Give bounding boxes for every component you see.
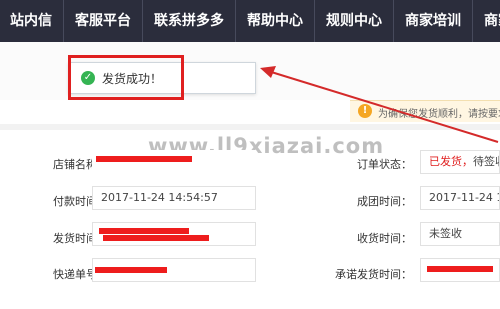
nav-item-help-center[interactable]: 帮助中心 bbox=[236, 0, 315, 42]
pay-time-value: 2017-11-24 14:54:57 bbox=[101, 191, 218, 204]
order-status-label: 订单状态： bbox=[357, 158, 412, 171]
receive-time-value: 未签收 bbox=[429, 227, 462, 240]
notice-bar: ! 为确保您发货顺利，请按要求... bbox=[350, 100, 500, 122]
nav-item-rules-center[interactable]: 规则中心 bbox=[315, 0, 394, 42]
nav-item-messages[interactable]: 站内信 bbox=[0, 0, 64, 42]
promise-time-field bbox=[420, 258, 500, 282]
receive-time-field: 未签收 bbox=[420, 222, 500, 246]
redaction-mark bbox=[99, 228, 189, 234]
receive-time-label: 收货时间： bbox=[357, 232, 412, 245]
tracking-number-field bbox=[92, 258, 256, 282]
pay-time-field: 2017-11-24 14:54:57 bbox=[92, 186, 256, 210]
store-name-field bbox=[92, 150, 256, 174]
nav-item-service-platform[interactable]: 客服平台 bbox=[64, 0, 143, 42]
order-status-value: 已发货， bbox=[429, 155, 473, 168]
group-time-label: 成团时间： bbox=[357, 195, 412, 208]
promise-time-label: 承诺发货时间： bbox=[335, 268, 412, 281]
order-status-field: 已发货，待签收 bbox=[420, 150, 500, 174]
top-navigation: 站内信 客服平台 联系拼多多 帮助中心 规则中心 商家培训 商家 bbox=[0, 0, 500, 42]
redaction-mark bbox=[103, 235, 209, 241]
warning-icon: ! bbox=[358, 104, 372, 118]
ship-time-field bbox=[92, 222, 256, 246]
redaction-mark bbox=[427, 266, 493, 272]
nav-item-contact[interactable]: 联系拼多多 bbox=[143, 0, 236, 42]
order-status-value-suffix: 待签收 bbox=[473, 155, 499, 168]
notice-text: 为确保您发货顺利，请按要求... bbox=[378, 109, 500, 120]
highlight-box bbox=[68, 55, 184, 100]
group-time-field: 2017-11-24 14:5 bbox=[420, 186, 500, 210]
redaction-mark bbox=[96, 156, 192, 162]
section-divider bbox=[0, 124, 500, 130]
redaction-mark bbox=[95, 267, 167, 273]
group-time-value: 2017-11-24 14:5 bbox=[429, 191, 499, 204]
nav-item-merchant-training[interactable]: 商家培训 bbox=[394, 0, 473, 42]
nav-item-merchant[interactable]: 商家 bbox=[473, 0, 500, 42]
